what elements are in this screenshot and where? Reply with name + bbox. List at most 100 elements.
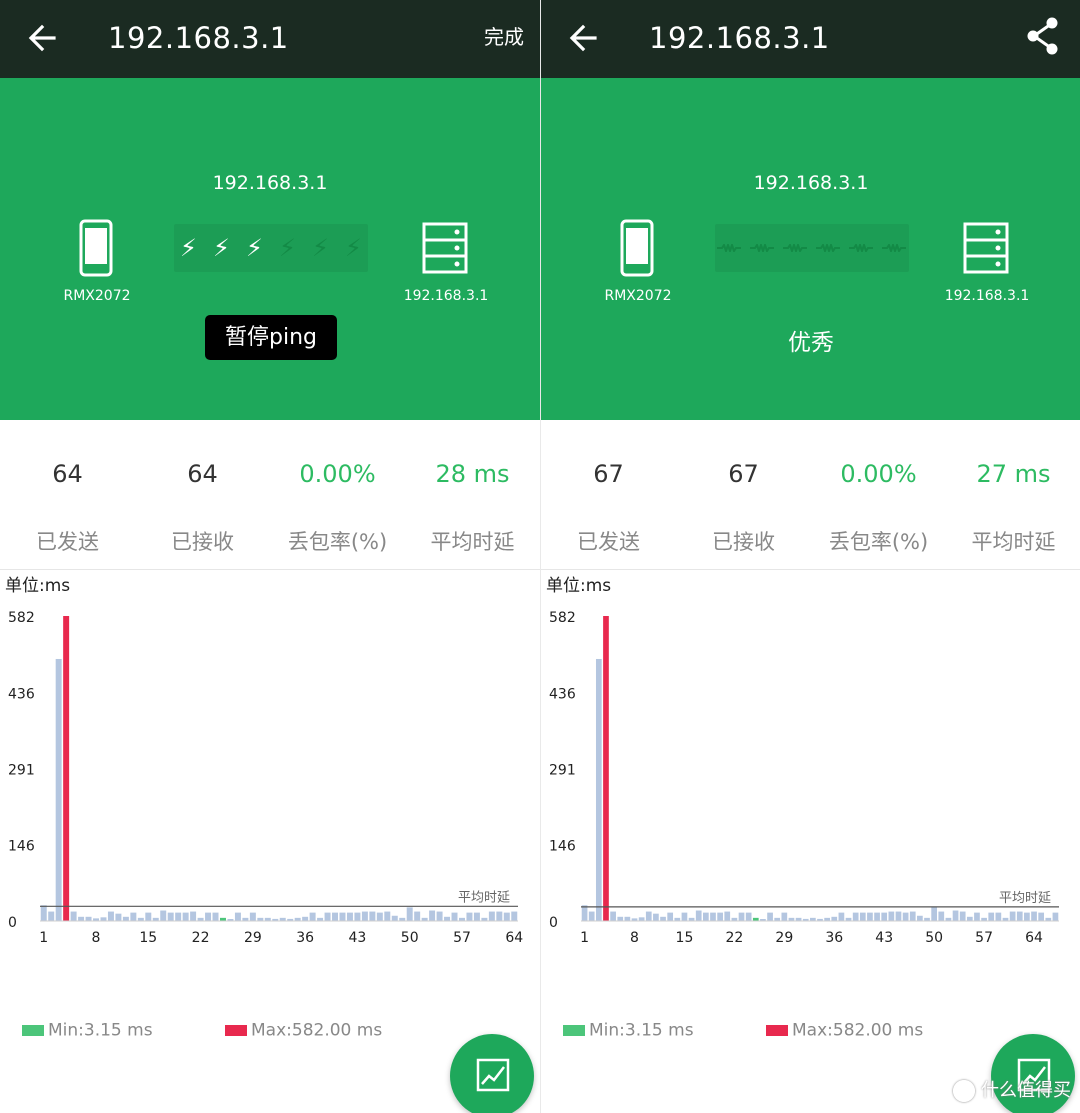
latency-bar (767, 912, 773, 921)
latency-bar (653, 913, 659, 921)
latency-bar (391, 915, 398, 921)
latency-bar (70, 911, 77, 921)
device-label: RMX2072 (604, 288, 672, 304)
ping-panel-finished: 192.168.3.1 192.168.3.1 RMX2072 192.168.… (541, 0, 1080, 1113)
latency-bar (859, 912, 866, 921)
latency-bar (931, 907, 938, 921)
stat-avg-value: 27 ms (976, 460, 1051, 488)
latency-bar (667, 912, 674, 921)
stat-sent-value: 64 (52, 460, 83, 488)
latency-bar (234, 912, 241, 921)
latency-bar-chart: 0 146 291 436 582 平均时延 1 8 15 22 29 36 43 50 57 64 (8, 610, 523, 946)
latency-bar (376, 912, 383, 921)
latency-bar (702, 912, 709, 921)
back-button[interactable] (559, 14, 607, 62)
latency-bar (645, 911, 652, 921)
latency-bar (78, 916, 85, 921)
latency-bar (436, 911, 443, 921)
latency-bar (952, 910, 959, 921)
latency-bar (738, 912, 745, 921)
ping-signal-track: ⚡ ⚡ ⚡ ⚡ ⚡ ⚡ (174, 224, 368, 272)
latency-bar (503, 912, 510, 921)
signal-pulse-icon: ⚡ (213, 234, 230, 262)
latency-bar (1016, 911, 1023, 921)
latency-bar (107, 911, 114, 921)
latency-bar (354, 912, 361, 921)
server-icon (963, 222, 1009, 278)
x-tick-label: 43 (349, 930, 367, 946)
latency-bar (638, 917, 645, 921)
x-tick-label: 15 (676, 930, 694, 946)
x-tick-label: 36 (825, 930, 843, 946)
chart-toggle-fab[interactable] (450, 1034, 534, 1113)
stat-sent-label: 已发送 (36, 530, 99, 554)
latency-bar (852, 912, 859, 921)
signal-wave-icon (717, 244, 741, 252)
y-tick-label: 0 (549, 915, 558, 931)
signal-wave-icon (783, 244, 807, 252)
signal-pulse-icon: ⚡ (312, 234, 329, 262)
ping-panel-running: 192.168.3.1 完成 192.168.3.1 RMX2072 ⚡ ⚡ ⚡ ⚡ ⚡… (0, 0, 540, 1113)
latency-bar (624, 916, 631, 921)
stat-sent-value: 67 (593, 460, 624, 488)
latency-bar (781, 912, 788, 921)
arrow-left-icon (28, 24, 56, 52)
signal-wave-icon (849, 244, 873, 252)
latency-bar (710, 912, 716, 921)
phone-icon (79, 219, 113, 281)
latency-bar (595, 658, 602, 921)
latency-bar (309, 912, 316, 921)
y-tick-label: 146 (8, 838, 35, 854)
chart-unit-label: 单位:ms (5, 576, 71, 596)
legend-max-swatch (766, 1025, 788, 1036)
latency-bar (212, 912, 219, 921)
latency-bar (1009, 911, 1016, 921)
latency-bar (40, 905, 47, 921)
y-tick-label: 146 (549, 838, 576, 854)
latency-bar (451, 912, 458, 921)
x-tick-label: 22 (725, 930, 743, 946)
done-button[interactable]: 完成 (484, 22, 524, 52)
legend-max: Max:582.00 ms (225, 1020, 382, 1042)
share-button[interactable] (1021, 14, 1065, 58)
latency-bar (888, 911, 895, 921)
latency-bar (588, 911, 595, 921)
y-tick-label: 582 (549, 610, 576, 626)
stat-loss-value: 0.00% (299, 460, 376, 488)
legend-min: Min:3.15 ms (22, 1020, 153, 1042)
latency-bar (160, 910, 167, 921)
latency-bar (100, 917, 107, 921)
stat-received-value: 67 (728, 460, 759, 488)
y-tick-label: 291 (549, 763, 576, 779)
pause-ping-button[interactable]: 暂停ping (205, 315, 337, 360)
y-tick-label: 436 (8, 687, 35, 703)
legend-min: Min:3.15 ms (563, 1020, 694, 1042)
latency-bar (324, 912, 331, 921)
x-tick-label: 1 (580, 930, 589, 946)
stat-avg-value: 28 ms (435, 460, 510, 488)
legend-max-swatch (225, 1025, 247, 1036)
back-button[interactable] (18, 14, 66, 62)
signal-pulse-icon: ⚡ (180, 234, 197, 262)
latency-bar (55, 658, 62, 921)
stat-sent-label: 已发送 (577, 530, 640, 554)
signal-pulse-icon: ⚡ (279, 234, 296, 262)
latency-bar (724, 911, 731, 921)
latency-bar (444, 916, 451, 921)
latency-bar (617, 916, 624, 921)
x-tick-label: 29 (244, 930, 262, 946)
latency-bar (1024, 912, 1030, 921)
latency-bar (473, 912, 480, 921)
x-tick-label: 1 (39, 930, 48, 946)
legend-min-swatch (563, 1025, 585, 1036)
target-ip: 192.168.3.1 (753, 172, 869, 194)
latency-bar (122, 916, 129, 921)
latency-bar (167, 912, 174, 921)
latency-bar (603, 616, 609, 921)
latency-bar (339, 912, 346, 921)
latency-bar (909, 911, 916, 921)
y-tick-label: 582 (8, 610, 35, 626)
latency-bar (831, 916, 838, 921)
latency-bar (974, 912, 980, 921)
quality-rating: 优秀 (788, 330, 834, 356)
